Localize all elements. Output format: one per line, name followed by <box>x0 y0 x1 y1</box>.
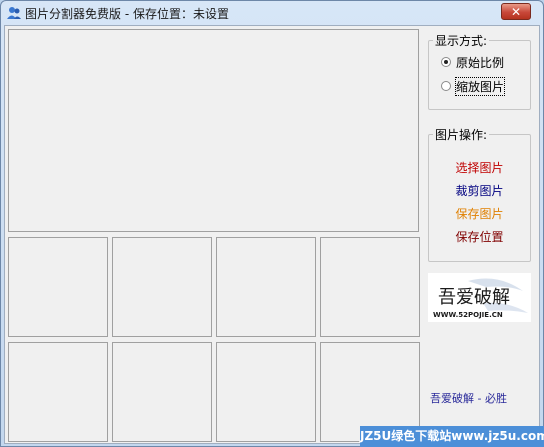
radio-unchecked-icon <box>441 81 451 91</box>
logo-url-text: WWW.52POJIE.CN <box>433 311 503 319</box>
radio-scale-image[interactable]: 缩放图片 <box>441 76 506 96</box>
image-tile-7[interactable] <box>216 342 316 442</box>
window-title: 图片分割器免费版 - 保存位置：未设置 <box>25 7 229 21</box>
app-window: 图片分割器免费版 - 保存位置：未设置 ✕ 显示方式: 原始比例 缩放图片 图片 <box>0 0 544 447</box>
title-bar[interactable]: 图片分割器免费版 - 保存位置：未设置 ✕ <box>1 1 543 25</box>
radio-original-size-label: 原始比例 <box>456 55 505 70</box>
select-image-button[interactable]: 选择图片 <box>429 159 530 176</box>
image-ops-title: 图片操作: <box>433 126 490 143</box>
image-tile-1[interactable] <box>8 237 108 337</box>
save-location-button[interactable]: 保存位置 <box>429 228 530 245</box>
logo-52pojie: 吾爱破解 WWW.52POJIE.CN <box>428 273 531 322</box>
radio-scale-image-label: 缩放图片 <box>454 76 506 96</box>
logo-text: 吾爱破解 <box>438 287 510 308</box>
client-area: 显示方式: 原始比例 缩放图片 图片操作: 选择图片 裁剪图片 保存图片 保存位… <box>4 25 540 444</box>
logo-graphic: 吾爱破解 WWW.52POJIE.CN <box>428 273 531 322</box>
display-mode-group: 显示方式: 原始比例 缩放图片 <box>428 32 531 110</box>
watermark-banner: JZ5U绿色下载站www.jz5u.com <box>360 426 544 447</box>
main-image-view[interactable] <box>8 29 419 232</box>
crop-image-button[interactable]: 裁剪图片 <box>429 182 530 199</box>
image-tile-2[interactable] <box>112 237 212 337</box>
image-tile-3[interactable] <box>216 237 316 337</box>
radio-checked-icon <box>441 57 451 67</box>
app-icon <box>7 7 21 19</box>
image-tile-5[interactable] <box>8 342 108 442</box>
display-mode-title: 显示方式: <box>433 32 490 49</box>
footer-text: 吾爱破解 - 必胜 <box>430 392 507 405</box>
image-ops-group: 图片操作: 选择图片 裁剪图片 保存图片 保存位置 <box>428 126 531 262</box>
image-tile-4[interactable] <box>320 237 420 337</box>
close-button[interactable]: ✕ <box>501 3 531 20</box>
save-image-button[interactable]: 保存图片 <box>429 205 530 222</box>
close-icon: ✕ <box>510 5 522 19</box>
image-tile-6[interactable] <box>112 342 212 442</box>
radio-original-size[interactable]: 原始比例 <box>441 54 504 70</box>
